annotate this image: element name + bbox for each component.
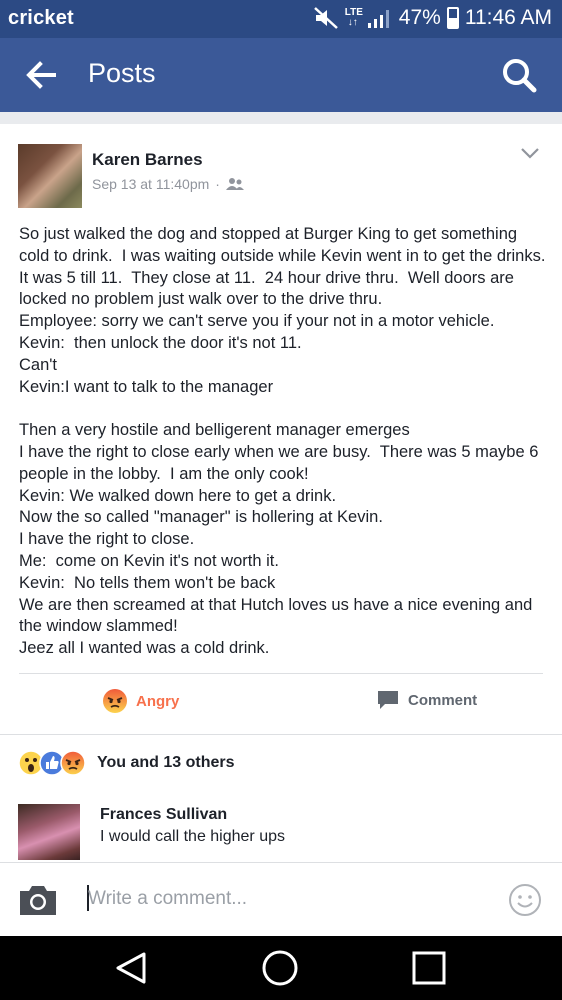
- comment-icon: [378, 691, 398, 709]
- comment-author[interactable]: Frances Sullivan: [100, 806, 227, 824]
- status-bar: cricket LTE ↓↑ 47% 11:46 AM: [0, 0, 562, 38]
- reactions-summary[interactable]: You and 13 others: [18, 750, 235, 776]
- battery-percent: 47%: [398, 6, 441, 29]
- page-title: Posts: [88, 58, 156, 88]
- search-icon[interactable]: [500, 56, 538, 94]
- post-timestamp[interactable]: Sep 13 at 11:40pm: [92, 176, 209, 192]
- divider: [0, 734, 562, 735]
- chevron-down-icon[interactable]: [520, 146, 540, 160]
- friends-icon: [225, 178, 244, 190]
- author-avatar[interactable]: [18, 144, 82, 208]
- signal-icon: [367, 10, 389, 28]
- camera-icon[interactable]: [18, 883, 58, 917]
- mute-icon: [313, 7, 338, 29]
- commenter-avatar[interactable]: [18, 804, 80, 860]
- post-meta: Sep 13 at 11:40pm ·: [92, 176, 244, 192]
- comment-input[interactable]: [88, 881, 468, 917]
- system-nav-bar: [0, 936, 562, 1000]
- post-body: So just walked the dog and stopped at Bu…: [19, 225, 546, 658]
- divider: [19, 673, 543, 674]
- app-bar: Posts: [0, 38, 562, 112]
- reaction-label: Angry: [136, 692, 180, 710]
- comment-label: Comment: [408, 691, 478, 709]
- emoji-icon[interactable]: [508, 883, 542, 917]
- battery-icon: [446, 7, 459, 29]
- comment-composer: [0, 862, 562, 936]
- comment-text: I would call the higher ups: [100, 828, 285, 845]
- nav-home-icon[interactable]: [260, 948, 300, 988]
- nav-recent-apps-icon[interactable]: [410, 950, 448, 986]
- clock: 11:46 AM: [464, 6, 552, 29]
- feed-gap: [0, 112, 562, 124]
- angry-icon: [103, 689, 127, 713]
- reaction-button[interactable]: Angry: [102, 688, 179, 714]
- lte-icon: LTE ↓↑: [344, 7, 363, 28]
- reaction-icons: [18, 750, 86, 776]
- nav-back-icon[interactable]: [112, 950, 150, 986]
- arrow-left-icon[interactable]: [22, 58, 62, 92]
- angry-icon: [60, 750, 86, 776]
- carrier-name: cricket: [8, 7, 74, 29]
- post-author[interactable]: Karen Barnes: [92, 150, 203, 170]
- comment-button[interactable]: Comment: [376, 688, 477, 712]
- comment-item: Frances Sullivan I would call the higher…: [18, 800, 542, 860]
- status-icons: LTE ↓↑ 47% 11:46 AM: [313, 6, 552, 30]
- post-actions: Angry Comment: [0, 688, 562, 720]
- meta-separator: ·: [215, 176, 220, 192]
- reaction-count: You and 13 others: [97, 754, 235, 771]
